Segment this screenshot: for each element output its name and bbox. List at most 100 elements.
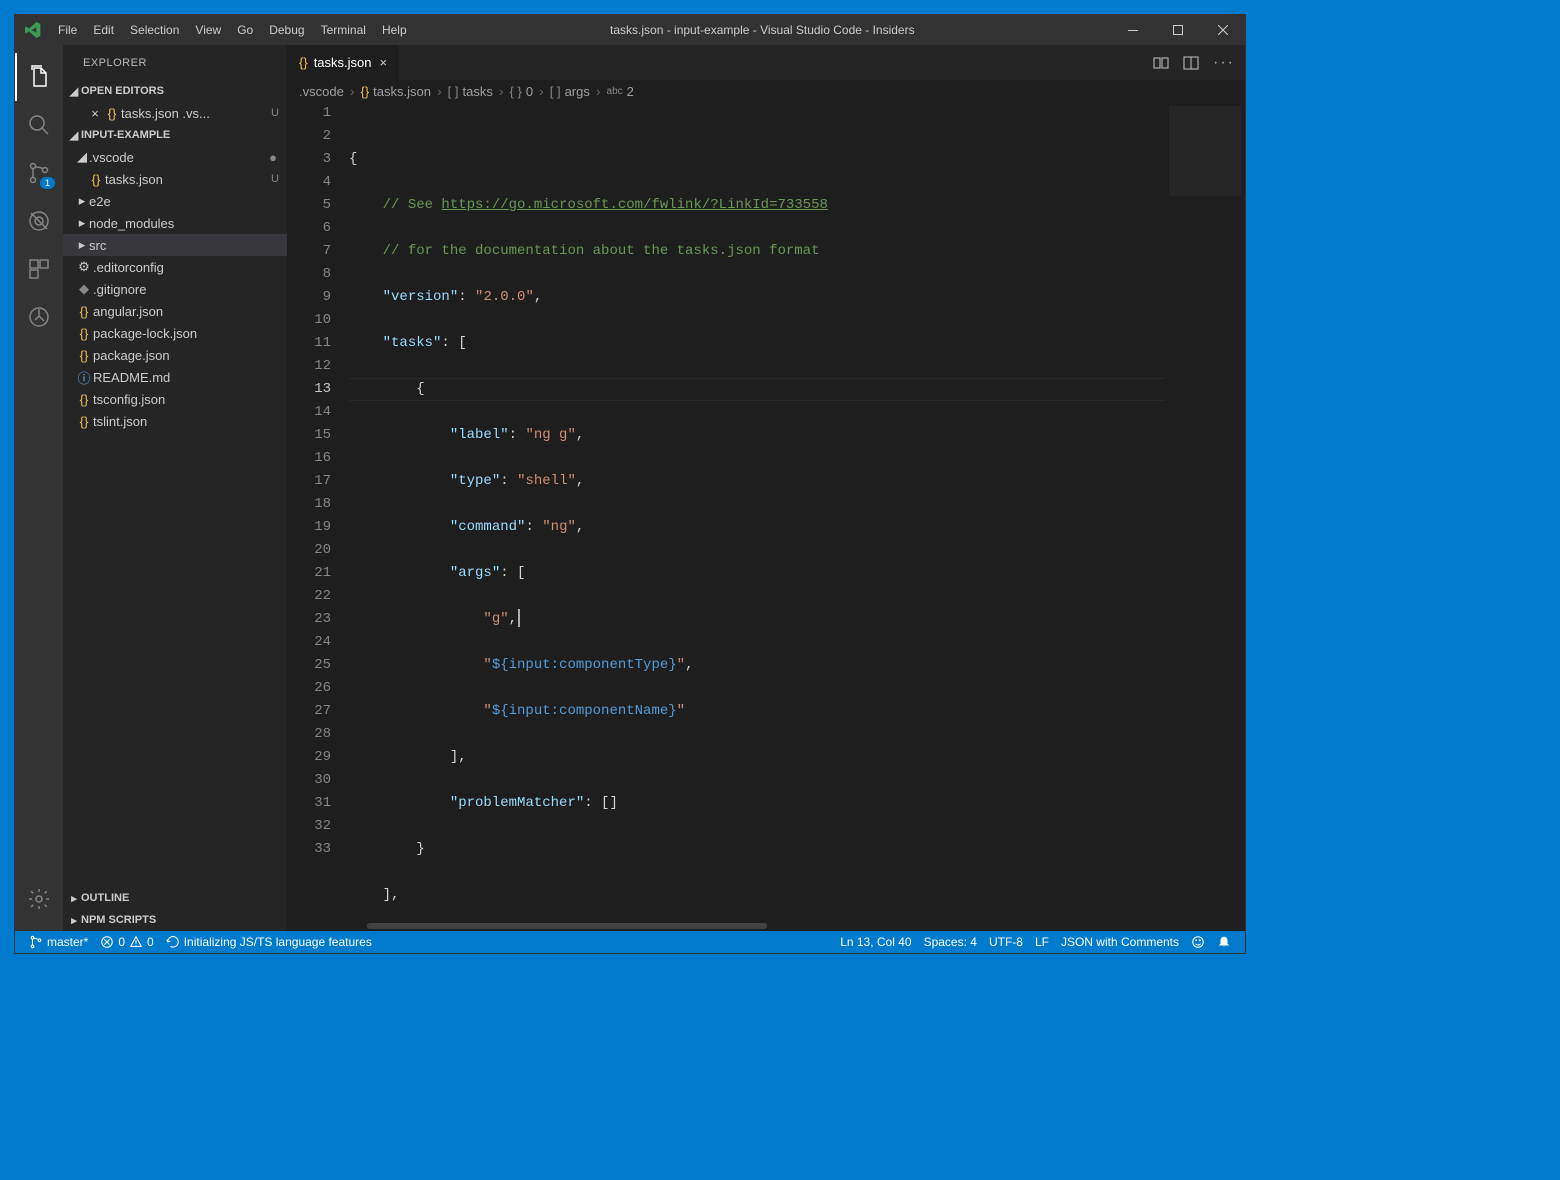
window-title: tasks.json - input-example - Visual Stud… xyxy=(415,23,1110,37)
folder-node-modules[interactable]: ▸ node_modules xyxy=(63,212,287,234)
indentation-status[interactable]: Spaces: 4 xyxy=(918,935,983,949)
menu-go[interactable]: Go xyxy=(229,23,261,37)
menu-bar: File Edit Selection View Go Debug Termin… xyxy=(50,23,415,37)
editor-tabs: {} tasks.json × ··· xyxy=(287,45,1245,80)
menu-selection[interactable]: Selection xyxy=(122,23,187,37)
chevron-right-icon: ▸ xyxy=(75,193,89,209)
json-icon: {} xyxy=(75,414,93,429)
json-icon: {} xyxy=(75,348,93,363)
more-icon[interactable]: ··· xyxy=(1213,54,1235,72)
compare-icon[interactable] xyxy=(1153,55,1169,71)
sidebar-title: EXPLORER xyxy=(63,45,287,80)
extensions-view-icon[interactable] xyxy=(15,245,63,293)
notifications-icon[interactable] xyxy=(1211,935,1237,949)
close-icon[interactable]: × xyxy=(87,106,103,121)
breadcrumb-item[interactable]: tasks.json xyxy=(373,84,431,99)
encoding-status[interactable]: UTF-8 xyxy=(983,935,1029,949)
file-angular-json[interactable]: {} angular.json xyxy=(63,300,287,322)
file-gitignore[interactable]: ◆ .gitignore xyxy=(63,278,287,300)
file-icon: ◆ xyxy=(75,281,93,297)
language-status[interactable]: JSON with Comments xyxy=(1055,935,1185,949)
close-button[interactable] xyxy=(1200,15,1245,45)
settings-gear-icon[interactable] xyxy=(15,875,63,923)
tab-tasks-json[interactable]: {} tasks.json × xyxy=(287,45,400,80)
json-icon: {} xyxy=(299,55,308,70)
chevron-right-icon: › xyxy=(594,83,603,99)
chevron-down-icon: ◢ xyxy=(75,149,89,165)
chevron-right-icon: ▸ xyxy=(67,892,81,905)
status-bar: master* 0 0 Initializing JS/TS language … xyxy=(15,931,1245,953)
chevron-right-icon: ▸ xyxy=(75,215,89,231)
modified-dot-icon: ● xyxy=(269,150,287,165)
string-icon: abc xyxy=(607,86,623,97)
workspace-header[interactable]: ◢ INPUT-EXAMPLE xyxy=(63,124,287,146)
maximize-button[interactable] xyxy=(1155,15,1200,45)
object-icon: { } xyxy=(510,84,522,99)
editor-body[interactable]: 1234567891011121314151617181920212223242… xyxy=(287,102,1245,921)
chevron-down-icon: ◢ xyxy=(67,129,81,142)
open-editor-item[interactable]: × {} tasks.json .vs... U xyxy=(63,102,287,124)
folder-vscode[interactable]: ◢ .vscode ● xyxy=(63,146,287,168)
explorer-view-icon[interactable] xyxy=(15,53,63,101)
search-view-icon[interactable] xyxy=(15,101,63,149)
chevron-down-icon: ◢ xyxy=(67,85,81,98)
cursor-position-status[interactable]: Ln 13, Col 40 xyxy=(834,935,917,949)
json-icon: {} xyxy=(360,84,369,99)
file-package-json[interactable]: {} package.json xyxy=(63,344,287,366)
close-icon[interactable]: × xyxy=(380,55,388,70)
chevron-right-icon: › xyxy=(537,83,546,99)
minimize-button[interactable] xyxy=(1110,15,1155,45)
minimap[interactable] xyxy=(1165,102,1245,921)
chevron-right-icon: › xyxy=(348,83,357,99)
menu-terminal[interactable]: Terminal xyxy=(313,23,374,37)
info-icon: ⓘ xyxy=(75,368,93,387)
array-icon: [ ] xyxy=(550,84,561,99)
menu-edit[interactable]: Edit xyxy=(85,23,122,37)
json-icon: {} xyxy=(87,172,105,187)
feedback-icon[interactable] xyxy=(1185,935,1211,949)
array-icon: [ ] xyxy=(448,84,459,99)
file-package-lock[interactable]: {} package-lock.json xyxy=(63,322,287,344)
menu-help[interactable]: Help xyxy=(374,23,415,37)
file-tsconfig[interactable]: {} tsconfig.json xyxy=(63,388,287,410)
open-editors-header[interactable]: ◢ OPEN EDITORS xyxy=(63,80,287,102)
horizontal-scrollbar[interactable] xyxy=(287,921,1245,931)
ts-status[interactable]: Initializing JS/TS language features xyxy=(160,935,378,949)
eol-status[interactable]: LF xyxy=(1029,935,1055,949)
menu-debug[interactable]: Debug xyxy=(261,23,312,37)
app-icon xyxy=(15,22,50,38)
split-editor-icon[interactable] xyxy=(1183,55,1199,71)
outline-header[interactable]: ▸ OUTLINE xyxy=(63,887,287,909)
problems-status[interactable]: 0 0 xyxy=(94,935,159,949)
minimap-viewport[interactable] xyxy=(1169,106,1241,196)
file-tslint[interactable]: {} tslint.json xyxy=(63,410,287,432)
activity-bar: 1 xyxy=(15,45,63,931)
vscode-window: File Edit Selection View Go Debug Termin… xyxy=(14,14,1246,954)
file-editorconfig[interactable]: ⚙ .editorconfig xyxy=(63,256,287,278)
menu-file[interactable]: File xyxy=(50,23,85,37)
git-graph-view-icon[interactable] xyxy=(15,293,63,341)
breadcrumb-item[interactable]: 0 xyxy=(526,84,533,99)
folder-src[interactable]: ▸ src xyxy=(63,234,287,256)
breadcrumb-item[interactable]: .vscode xyxy=(299,84,344,99)
workbench: 1 EXPLORER ◢ xyxy=(15,45,1245,931)
json-icon: {} xyxy=(75,304,93,319)
editor-actions: ··· xyxy=(1143,45,1245,80)
json-icon: {} xyxy=(75,392,93,407)
chevron-right-icon: ▸ xyxy=(75,237,89,253)
debug-view-icon[interactable] xyxy=(15,197,63,245)
npm-scripts-header[interactable]: ▸ NPM SCRIPTS xyxy=(63,909,287,931)
file-readme[interactable]: ⓘ README.md xyxy=(63,366,287,388)
scm-view-icon[interactable]: 1 xyxy=(15,149,63,197)
breadcrumb-item[interactable]: 2 xyxy=(627,84,634,99)
breadcrumb-item[interactable]: tasks xyxy=(463,84,493,99)
git-branch-status[interactable]: master* xyxy=(23,935,94,949)
breadcrumb-item[interactable]: args xyxy=(565,84,590,99)
menu-view[interactable]: View xyxy=(187,23,229,37)
folder-e2e[interactable]: ▸ e2e xyxy=(63,190,287,212)
scrollbar-thumb[interactable] xyxy=(367,923,767,929)
file-tasks-json[interactable]: {} tasks.json U xyxy=(63,168,287,190)
json-icon: {} xyxy=(75,326,93,341)
breadcrumbs[interactable]: .vscode › {} tasks.json › [ ] tasks › { … xyxy=(287,80,1245,102)
code-content[interactable]: { // See https://go.microsoft.com/fwlink… xyxy=(349,102,1165,921)
